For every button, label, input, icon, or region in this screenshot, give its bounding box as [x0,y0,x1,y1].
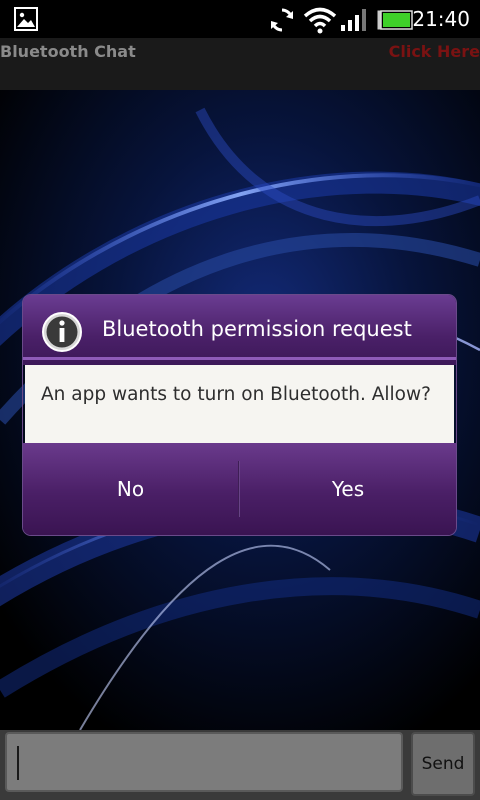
status-clock: 21:40 [412,7,470,31]
message-input[interactable] [5,732,403,792]
app-title: Bluetooth Chat [0,42,136,61]
send-button[interactable]: Send [411,732,475,796]
click-here-link[interactable]: Click Here [389,42,480,61]
dialog-body: An app wants to turn on Bluetooth. Allow… [25,365,454,443]
title-bar: Bluetooth Chat Click Here [0,38,480,90]
sync-icon [271,8,293,32]
header-divider [23,357,456,360]
dialog-button-bar: No Yes [23,443,456,535]
no-button[interactable]: No [23,443,238,535]
wifi-icon [303,7,337,34]
composer-bar: Send [0,730,480,800]
dialog-title: Bluetooth permission request [102,317,412,341]
yes-button[interactable]: Yes [240,443,456,535]
dialog-message: An app wants to turn on Bluetooth. Allow… [41,384,431,405]
dialog-header: Bluetooth permission request [23,295,456,365]
screen: 21:40 Bluetooth Chat Click Here Bluetoot… [0,0,480,800]
info-icon [42,312,82,352]
battery-icon [377,10,413,30]
signal-icon [341,9,366,31]
permission-dialog: Bluetooth permission request An app want… [23,295,456,535]
image-icon [14,7,38,31]
status-bar: 21:40 [0,0,480,38]
text-cursor [17,746,19,780]
